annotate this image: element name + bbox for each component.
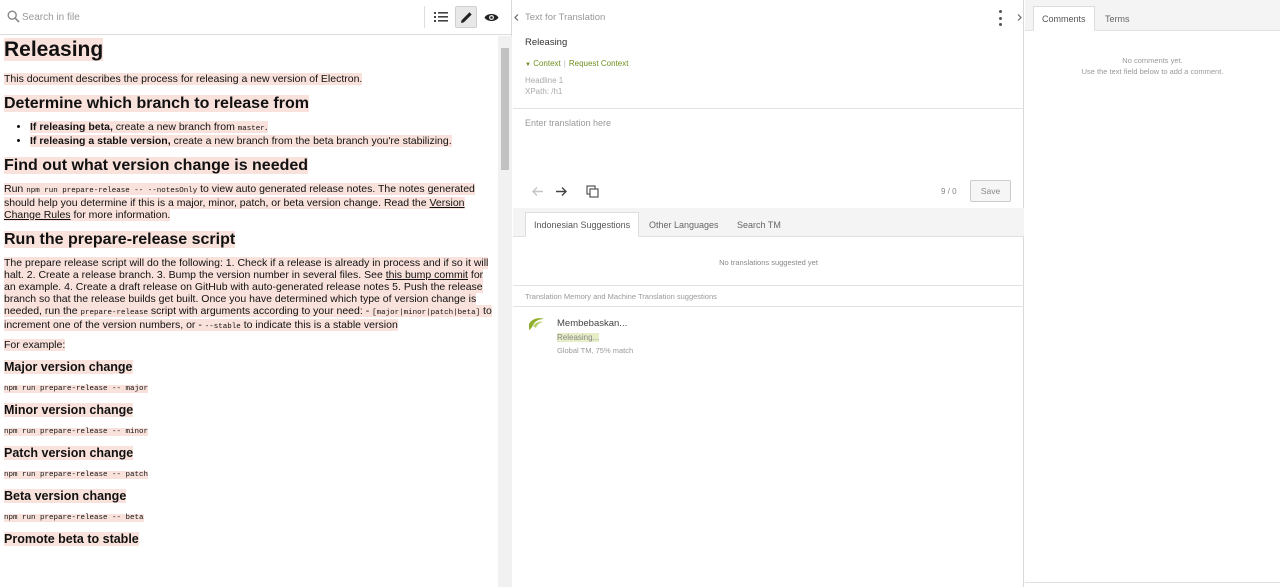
document-preview: Releasing This document describes the pr… bbox=[0, 36, 498, 587]
comments-tabs: Comments Terms bbox=[1025, 0, 1280, 31]
tab-terms[interactable]: Terms bbox=[1097, 6, 1138, 31]
save-button[interactable]: Save bbox=[970, 180, 1011, 202]
scrollbar-thumb[interactable] bbox=[501, 48, 509, 170]
previous-string-button[interactable] bbox=[528, 183, 546, 199]
example-heading[interactable]: Beta version change bbox=[4, 489, 494, 503]
toolbar-divider bbox=[424, 6, 425, 28]
context-toggle[interactable]: Context bbox=[533, 59, 561, 68]
branch-list: If releasing beta, create a new branch f… bbox=[30, 121, 494, 147]
example-heading[interactable]: Promote beta to stable bbox=[4, 532, 494, 546]
translation-input[interactable] bbox=[521, 114, 1011, 174]
preview-mode-button[interactable] bbox=[480, 6, 502, 28]
document-toolbar bbox=[0, 0, 511, 35]
example-heading[interactable]: Minor version change bbox=[4, 403, 494, 417]
context-headline: Headline 1 bbox=[525, 76, 564, 85]
list-icon bbox=[434, 12, 448, 22]
example-heading[interactable]: Major version change bbox=[4, 360, 494, 374]
no-comments-line: No comments yet. bbox=[1122, 56, 1183, 65]
comment-hint-line: Use the text field below to add a commen… bbox=[1081, 67, 1224, 76]
tab-other-languages[interactable]: Other Languages bbox=[641, 212, 727, 237]
context-details: Headline 1 XPath: /h1 bbox=[525, 75, 563, 97]
caret-down-icon: ▼ bbox=[525, 62, 531, 68]
document-paragraph[interactable]: For example: bbox=[4, 339, 494, 351]
character-count: 9 / 0 bbox=[941, 187, 957, 196]
list-item[interactable]: If releasing a stable version, create a … bbox=[30, 135, 494, 147]
section-heading[interactable]: Determine which branch to release from bbox=[4, 95, 494, 113]
tm-match-highlight: Releasing... bbox=[557, 333, 600, 342]
code-block[interactable]: npm run prepare-release -- major bbox=[4, 384, 494, 394]
search-icon bbox=[7, 10, 20, 23]
document-paragraph[interactable]: Run npm run prepare-release -- --notesOn… bbox=[4, 183, 494, 221]
more-options-icon[interactable] bbox=[995, 10, 1005, 26]
list-item[interactable]: If releasing beta, create a new branch f… bbox=[30, 121, 494, 135]
eye-icon bbox=[484, 13, 498, 21]
document-paragraph[interactable]: This document describes the process for … bbox=[4, 73, 494, 85]
tm-section-header: Translation Memory and Machine Translati… bbox=[525, 292, 717, 301]
next-string-button[interactable] bbox=[552, 183, 570, 199]
divider bbox=[1025, 582, 1280, 583]
search-in-file-input[interactable] bbox=[22, 9, 412, 26]
editor-header-title: Text for Translation bbox=[525, 12, 606, 23]
divider bbox=[513, 306, 1024, 307]
edit-mode-button[interactable] bbox=[455, 6, 477, 28]
request-context-link[interactable]: Request Context bbox=[569, 59, 629, 68]
pencil-icon bbox=[460, 11, 472, 23]
code-block[interactable]: npm run prepare-release -- minor bbox=[4, 427, 494, 437]
document-paragraph[interactable]: The prepare release script will do the f… bbox=[4, 257, 494, 333]
context-links: ▼ Context | Request Context bbox=[525, 59, 629, 68]
tm-suggestion-meta: Global TM, 75% match bbox=[557, 346, 634, 355]
tab-indonesian-suggestions[interactable]: Indonesian Suggestions bbox=[525, 212, 640, 237]
example-heading[interactable]: Patch version change bbox=[4, 446, 494, 460]
section-heading[interactable]: Run the prepare-release script bbox=[4, 231, 494, 249]
tm-source-logo-icon bbox=[529, 318, 544, 330]
divider bbox=[513, 108, 1024, 109]
code-block[interactable]: npm run prepare-release -- patch bbox=[4, 470, 494, 480]
source-string: Releasing bbox=[525, 37, 568, 48]
copy-icon bbox=[585, 184, 599, 198]
copy-source-button[interactable] bbox=[583, 183, 601, 199]
section-heading[interactable]: Find out what version change is needed bbox=[4, 157, 494, 175]
tm-suggestion-source: Releasing... bbox=[557, 333, 600, 342]
tab-search-tm[interactable]: Search TM bbox=[729, 212, 789, 237]
document-scrollbar[interactable] bbox=[498, 36, 512, 587]
tab-comments[interactable]: Comments bbox=[1033, 6, 1095, 31]
list-view-button[interactable] bbox=[430, 6, 452, 28]
collapse-left-icon[interactable] bbox=[514, 14, 519, 21]
code-block[interactable]: npm run prepare-release -- beta bbox=[4, 513, 494, 523]
context-xpath: XPath: /h1 bbox=[525, 87, 563, 96]
arrow-left-icon bbox=[531, 186, 543, 196]
divider bbox=[513, 285, 1024, 286]
translation-editor-pane: Text for Translation Releasing ▼ Context… bbox=[513, 0, 1024, 587]
document-title[interactable]: Releasing bbox=[4, 38, 494, 61]
arrow-right-icon bbox=[555, 186, 567, 196]
bump-commit-link[interactable]: this bump commit bbox=[386, 269, 468, 281]
comments-pane: Comments Terms No comments yet. Use the … bbox=[1025, 0, 1280, 587]
tm-suggestion-text: Membebaskan... bbox=[557, 318, 628, 329]
no-suggestions-message: No translations suggested yet bbox=[719, 258, 818, 267]
tm-suggestion-item[interactable]: Membebaskan... Releasing... Global TM, 7… bbox=[523, 313, 1013, 361]
source-document-pane: Releasing This document describes the pr… bbox=[0, 0, 512, 587]
collapse-right-icon[interactable] bbox=[1017, 14, 1022, 21]
no-comments-message: No comments yet. Use the text field belo… bbox=[1025, 55, 1280, 77]
suggestions-tabs: Indonesian Suggestions Other Languages S… bbox=[513, 208, 1024, 237]
